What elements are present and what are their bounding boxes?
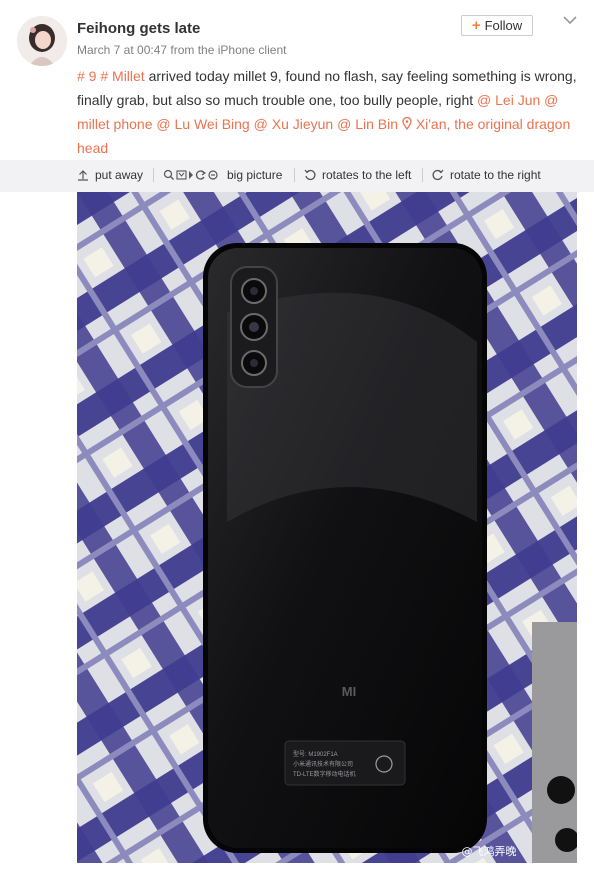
image-toolbar: put away big picture rotates to the left… — [0, 160, 594, 192]
label-line-1: 型号: M1902F1A — [293, 750, 338, 758]
divider — [422, 168, 423, 182]
big-picture-label: big picture — [227, 168, 283, 182]
label-line-2: 小米通讯技术有限公司 — [293, 760, 353, 768]
big-picture-button[interactable]: big picture — [163, 160, 282, 190]
rotate-left-label: rotates to the left — [322, 168, 412, 182]
post-text: # 9 # Millet arrived today millet 9, fou… — [77, 64, 582, 160]
mention-link[interactable]: @ Lu Wei Bing — [156, 116, 249, 132]
collapse-icon — [78, 170, 88, 181]
put-away-label: put away — [95, 168, 144, 182]
zoom-icon — [163, 169, 218, 180]
topic-link[interactable]: # 9 # Millet — [77, 68, 145, 84]
rotate-left-button[interactable]: rotates to the left — [304, 160, 411, 190]
label-line-3: TD-LTE数字移动电话机 — [293, 770, 356, 778]
rotate-left-icon — [304, 169, 316, 181]
chevron-down-icon[interactable] — [562, 13, 578, 25]
put-away-button[interactable]: put away — [77, 160, 143, 190]
avatar[interactable] — [17, 16, 67, 66]
mention-link[interactable]: @ Lin Bin — [337, 116, 398, 132]
mention-link[interactable]: @ Lei Jun — [477, 92, 540, 108]
location-pin-icon — [402, 116, 412, 132]
weibo-post: Feihong gets late March 7 at 00:47 from … — [0, 0, 594, 160]
divider — [294, 168, 295, 182]
phone-brand-logo: MI — [342, 684, 356, 699]
rotate-right-icon — [432, 169, 444, 181]
post-photo[interactable]: MI 型号: M1902F1A 小米通讯技术有限公司 TD-LTE数字移动电话机… — [77, 192, 577, 863]
rotate-right-label: rotate to the right — [450, 168, 541, 182]
plus-icon: + — [471, 17, 481, 34]
mention-link[interactable]: @ Xu Jieyun — [254, 116, 334, 132]
divider — [153, 168, 154, 182]
post-meta: March 7 at 00:47 from the iPhone client — [77, 43, 287, 57]
rotate-right-button[interactable]: rotate to the right — [432, 160, 541, 190]
follow-label: Follow — [484, 18, 523, 33]
username[interactable]: Feihong gets late — [77, 20, 200, 37]
watermark: @飞鸿弄晚 — [462, 844, 517, 858]
follow-button[interactable]: + Follow — [461, 15, 533, 36]
